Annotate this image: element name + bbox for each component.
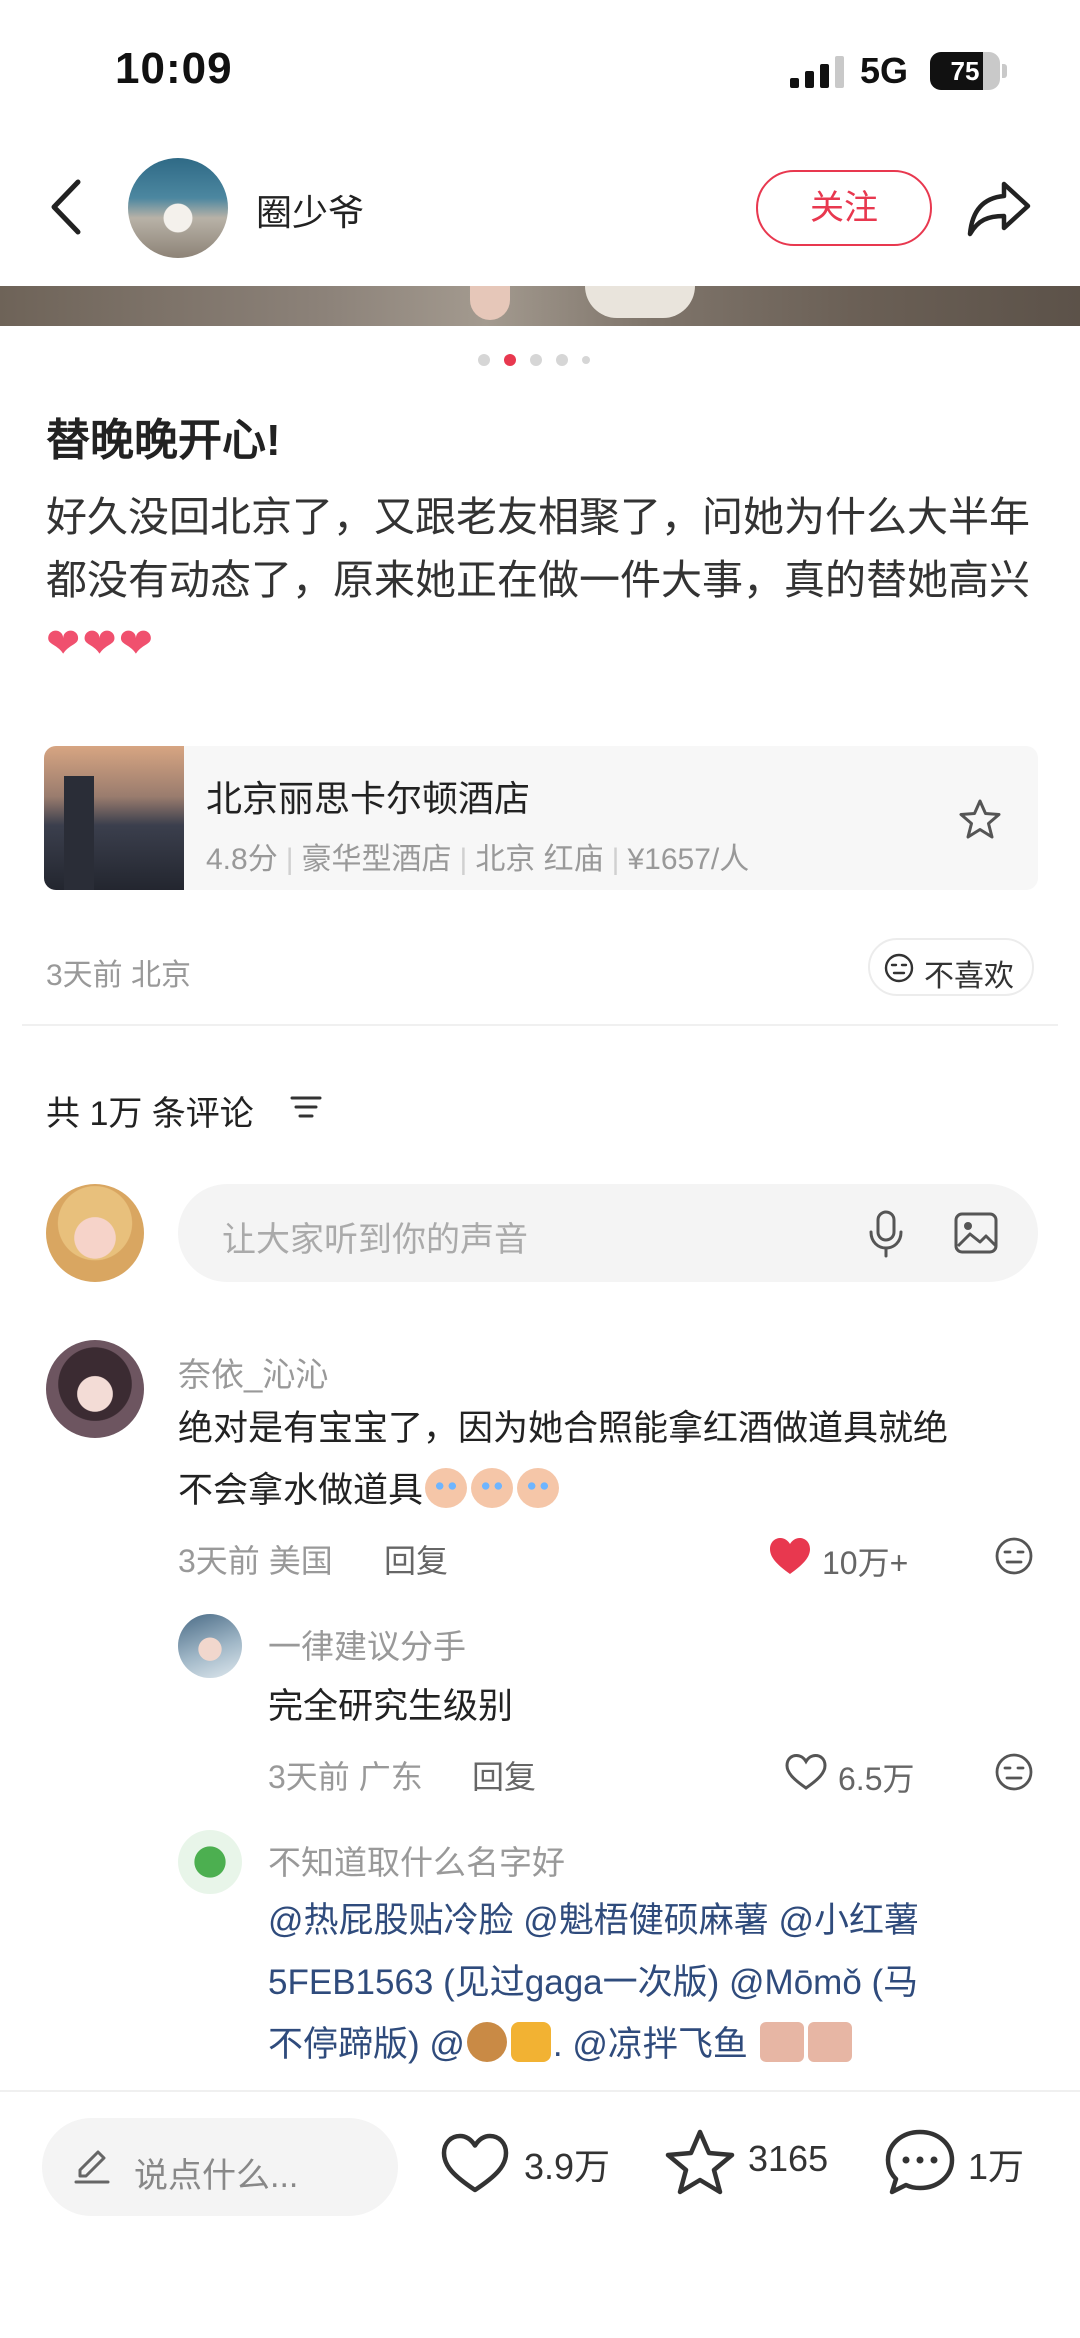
carousel-dot xyxy=(478,354,490,366)
honey-emoji-icon xyxy=(510,2022,551,2062)
hotel-image xyxy=(44,746,184,890)
commenter-avatar[interactable] xyxy=(178,1830,242,1894)
status-time: 10:09 xyxy=(115,44,233,93)
comment-input[interactable]: 让大家听到你的声音 xyxy=(178,1184,1038,1282)
carousel-dot xyxy=(582,356,590,364)
dislike-button[interactable]: 不喜欢 xyxy=(868,938,1034,996)
share-icon[interactable] xyxy=(966,178,1032,238)
like-count: 10万+ xyxy=(822,1545,909,1581)
commenter-avatar[interactable] xyxy=(178,1614,242,1678)
crying-emoji-icon xyxy=(471,1468,514,1508)
heart-filled-icon[interactable] xyxy=(768,1536,812,1576)
comments-count: 共 1万 条评论 xyxy=(46,1095,254,1133)
comment-icon[interactable] xyxy=(884,2128,956,2196)
post-time-location: 3天前 北京 xyxy=(46,959,192,992)
carousel-dot xyxy=(556,354,568,366)
star-icon[interactable] xyxy=(958,798,1002,840)
reply-button[interactable]: 回复 xyxy=(384,1536,448,1582)
hotel-price: ¥1657/人 xyxy=(627,843,750,876)
bottom-action-bar: 说点什么... 3.9万 3165 1万 xyxy=(0,2090,1080,2338)
crying-emoji-icon xyxy=(517,1468,560,1508)
back-icon[interactable] xyxy=(40,174,100,240)
sticker-emoji-icon xyxy=(807,2022,852,2062)
comment-line: 绝对是有宝宝了，因为她合照能拿红酒做道具就绝 xyxy=(178,1409,949,1448)
comment-placeholder: 让大家听到你的声音 xyxy=(222,1221,528,1259)
sort-icon[interactable] xyxy=(290,1094,322,1120)
commenter-name[interactable]: 不知道取什么名字好 xyxy=(268,1836,565,1884)
reply-button[interactable]: 回复 xyxy=(472,1752,536,1798)
neutral-face-icon xyxy=(884,953,914,983)
author-name[interactable]: 圈少爷 xyxy=(256,184,364,236)
collect-count: 3165 xyxy=(748,2138,829,2179)
bear-emoji-icon xyxy=(466,2022,507,2062)
neutral-face-icon[interactable] xyxy=(994,1536,1034,1576)
comment-line[interactable]: @热屁股贴冷脸 @魁梧健硕麻薯 @小红薯 xyxy=(268,1890,1048,1952)
post-body: 好久没回北京了，又跟老友相聚了，问她为什么大半年都没有动态了，原来她正在做一件大… xyxy=(46,486,1036,675)
post-body-text: 好久没回北京了，又跟老友相聚了，问她为什么大半年都没有动态了，原来她正在做一件大… xyxy=(46,494,1030,603)
hotel-rating: 4.8分 xyxy=(206,843,278,876)
carousel-dot-active xyxy=(504,354,516,366)
like-count: 3.9万 xyxy=(524,2146,611,2187)
author-avatar[interactable] xyxy=(128,158,228,258)
comment-line-2: 不会拿水做道具 xyxy=(178,1460,1038,1522)
say-placeholder: 说点什么... xyxy=(134,2157,299,2195)
post-title: 替晚晚开心! xyxy=(46,416,281,465)
pen-icon xyxy=(74,2150,110,2184)
heart-outline-icon[interactable] xyxy=(784,1752,828,1792)
say-something-input[interactable]: 说点什么... xyxy=(42,2118,398,2216)
carousel-dot xyxy=(530,354,542,366)
comment-meta: 3天前 广东 xyxy=(268,1759,423,1795)
status-bar: 10:09 5G 75 xyxy=(0,0,1080,140)
comment-count: 1万 xyxy=(968,2146,1025,2187)
commenter-avatar[interactable] xyxy=(46,1340,144,1438)
like-icon[interactable] xyxy=(440,2132,510,2194)
battery-icon: 75 xyxy=(930,52,1007,90)
comment-line[interactable]: 不停蹄版) @. @凉拌飞鱼 xyxy=(268,2014,1048,2076)
neutral-face-icon[interactable] xyxy=(994,1752,1034,1792)
comment-text: 完全研究生级别 xyxy=(268,1687,514,1726)
my-avatar[interactable] xyxy=(46,1184,144,1282)
hotel-meta: 4.8分 | 豪华型酒店 | 北京 红庙 | ¥1657/人 xyxy=(206,843,750,876)
follow-button[interactable]: 关注 xyxy=(756,170,932,246)
like-count: 6.5万 xyxy=(838,1761,915,1797)
commenter-name[interactable]: 一律建议分手 xyxy=(268,1620,466,1668)
dislike-label: 不喜欢 xyxy=(924,960,1014,993)
battery-percent: 75 xyxy=(950,56,980,86)
crying-emoji-icon xyxy=(425,1468,468,1508)
hotel-card[interactable]: 北京丽思卡尔顿酒店 4.8分 | 豪华型酒店 | 北京 红庙 | ¥1657/人 xyxy=(44,746,1038,890)
signal-icon xyxy=(790,56,844,88)
comment-line[interactable]: 5FEB1563 (见过gaga一次版) @Mōmǒ (马 xyxy=(268,1952,1048,2014)
network-label: 5G xyxy=(860,50,909,91)
comment-text: @热屁股贴冷脸 @魁梧健硕麻薯 @小红薯 5FEB1563 (见过gaga一次版… xyxy=(268,1890,1048,2076)
hotel-type: 豪华型酒店 xyxy=(301,843,452,876)
image-icon[interactable] xyxy=(954,1212,998,1254)
carousel-indicator xyxy=(478,354,602,368)
comment-meta: 3天前 美国 xyxy=(178,1543,333,1579)
post-header: 圈少爷 关注 xyxy=(0,148,1080,268)
divider xyxy=(22,1024,1058,1026)
hotel-location: 北京 红庙 xyxy=(475,843,604,876)
microphone-icon[interactable] xyxy=(868,1210,904,1258)
comment-text: 绝对是有宝宝了，因为她合照能拿红酒做道具就绝 不会拿水做道具 xyxy=(178,1398,1038,1522)
hotel-name: 北京丽思卡尔顿酒店 xyxy=(206,778,531,819)
post-image[interactable] xyxy=(0,286,1080,326)
heart-emojis: ❤❤❤ xyxy=(46,620,156,666)
sticker-emoji-icon xyxy=(759,2022,804,2062)
collect-star-icon[interactable] xyxy=(664,2128,736,2196)
commenter-name[interactable]: 奈依_沁沁 xyxy=(178,1348,328,1396)
